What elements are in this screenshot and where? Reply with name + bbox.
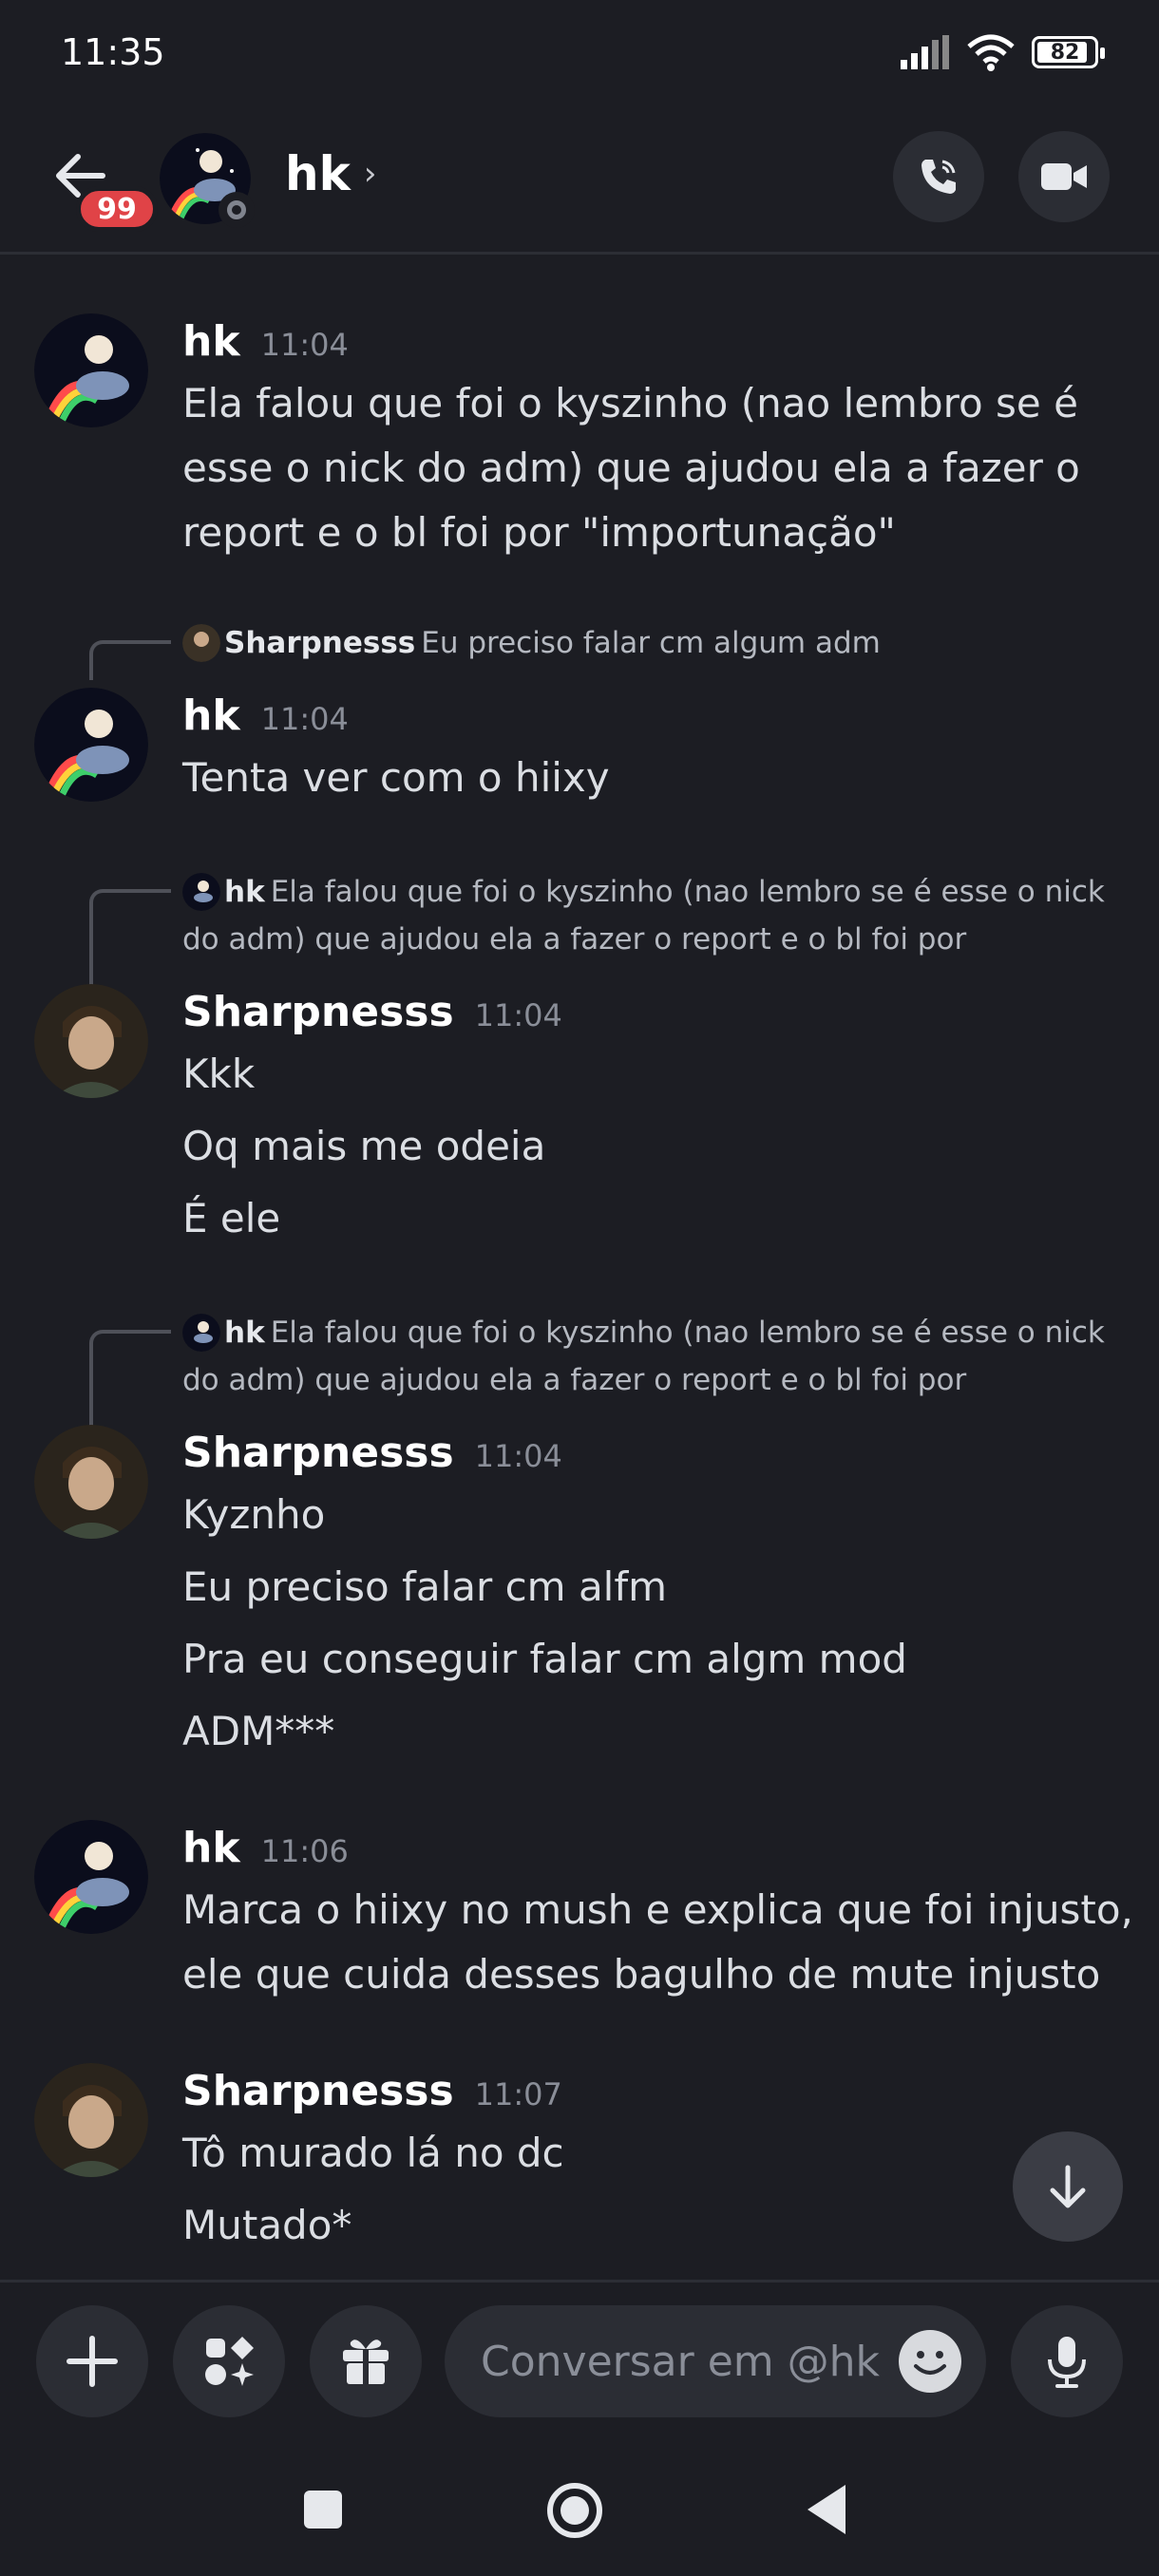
- reply-text: do adm) que ajudou ela a fazer o report …: [182, 922, 967, 957]
- message-text: esse o nick do adm) que ajudou ela a faz…: [182, 445, 1080, 491]
- author-name: Sharpnesss: [182, 988, 454, 1036]
- plus-icon: [66, 2336, 118, 2387]
- message-text: Oq mais me odeia: [182, 1123, 546, 1169]
- status-icons: 82: [901, 33, 1105, 71]
- reply-author: hk: [224, 875, 265, 909]
- voice-call-button[interactable]: [893, 131, 984, 222]
- reply-avatar: [182, 873, 220, 911]
- message-author[interactable]: Sharpnesss 11:04: [182, 988, 562, 1036]
- author-name: Sharpnesss: [182, 1429, 454, 1477]
- message-text: Pra eu conseguir falar cm algm mod: [182, 1636, 907, 1682]
- battery-icon: 82: [1032, 36, 1105, 68]
- smiley-icon: [914, 2351, 946, 2375]
- reply-connector: [89, 1330, 171, 1427]
- wifi-icon: [967, 34, 1015, 71]
- message-text: Kyznho: [182, 1491, 326, 1538]
- chat-header: 99 hk ›: [0, 104, 1159, 255]
- add-attachment-button[interactable]: [36, 2305, 148, 2417]
- back-triangle-icon[interactable]: [804, 2483, 847, 2536]
- message-text: report e o bl foi por "importunação": [182, 509, 896, 556]
- message-text: Marca o hiixy no mush e explica que foi …: [182, 1886, 1133, 1933]
- reply-text: Eu preciso falar cm algum adm: [421, 626, 881, 660]
- author-name: Sharpnesss: [182, 2067, 454, 2115]
- reply-avatar: [182, 624, 220, 662]
- emoji-button[interactable]: [899, 2330, 961, 2393]
- offline-status-icon: [218, 192, 255, 228]
- gift-button[interactable]: [310, 2305, 422, 2417]
- status-time: 11:35: [61, 31, 165, 73]
- unread-badge: 99: [76, 186, 158, 232]
- message-time: 11:06: [260, 1833, 349, 1869]
- author-name: hk: [182, 691, 240, 740]
- message-author[interactable]: Sharpnesss 11:04: [182, 1429, 562, 1477]
- message-time: 11:04: [260, 327, 349, 363]
- message-text: Tô murado lá no dc: [182, 2130, 564, 2176]
- reply-connector: [89, 889, 171, 986]
- microphone-icon: [1048, 2337, 1086, 2388]
- message-time: 11:04: [474, 1438, 562, 1474]
- avatar[interactable]: [34, 1425, 148, 1539]
- signal-icon: [901, 35, 949, 69]
- header-name[interactable]: hk ›: [285, 146, 376, 201]
- message-text: ADM***: [182, 1708, 335, 1754]
- chevron-right-icon: ›: [363, 155, 377, 193]
- arrow-down-icon: [1050, 2165, 1086, 2208]
- avatar[interactable]: [34, 688, 148, 802]
- phone-icon: [922, 160, 956, 194]
- reply-author: hk: [224, 1316, 265, 1350]
- video-call-button[interactable]: [1018, 131, 1110, 222]
- reply-text: Ela falou que foi o kyszinho (nao lembro…: [270, 875, 1105, 909]
- apps-button[interactable]: [173, 2305, 285, 2417]
- message-composer: Conversar em @hk: [0, 2280, 1159, 2451]
- message-text: Tenta ver com o hiixy: [182, 754, 610, 801]
- avatar[interactable]: [34, 1820, 148, 1934]
- message-text: Mutado*: [182, 2202, 352, 2248]
- message-input[interactable]: Conversar em @hk: [445, 2305, 986, 2417]
- video-camera-icon: [1041, 163, 1087, 190]
- message-time: 11:04: [260, 701, 349, 737]
- author-name: hk: [182, 1824, 240, 1872]
- message-list[interactable]: hk 11:04 Ela falou que foi o kyszinho (na…: [0, 256, 1159, 2280]
- reply-text: do adm) que ajudou ela a fazer o report …: [182, 1363, 967, 1397]
- avatar[interactable]: [34, 2063, 148, 2177]
- battery-level: 82: [1050, 40, 1080, 65]
- reply-author: Sharpnesss: [224, 626, 416, 660]
- message-time: 11:04: [474, 997, 562, 1033]
- author-name: hk: [182, 317, 240, 366]
- reply-connector: [89, 640, 171, 680]
- voice-message-button[interactable]: [1011, 2305, 1123, 2417]
- apps-icon: [205, 2337, 254, 2386]
- message-text: Eu preciso falar cm alfm: [182, 1563, 668, 1610]
- message-text: É ele: [182, 1195, 281, 1241]
- header-username: hk: [285, 146, 351, 201]
- message-placeholder: Conversar em @hk: [481, 2337, 880, 2386]
- message-author[interactable]: hk 11:04: [182, 691, 349, 740]
- message-text: ele que cuida desses bagulho de mute inj…: [182, 1951, 1101, 1998]
- message-author[interactable]: hk 11:04: [182, 317, 349, 366]
- recents-icon[interactable]: [302, 2489, 344, 2530]
- reply-text: Ela falou que foi o kyszinho (nao lembro…: [270, 1316, 1105, 1350]
- message-text: Kkk: [182, 1051, 256, 1097]
- reply-preview[interactable]: hk Ela falou que foi o kyszinho (nao lemb…: [182, 868, 1123, 963]
- jump-to-present-button[interactable]: [1013, 2131, 1123, 2242]
- message-author[interactable]: Sharpnesss 11:07: [182, 2067, 562, 2115]
- message-author[interactable]: hk 11:06: [182, 1824, 349, 1872]
- message-text: Ela falou que foi o kyszinho (nao lembro…: [182, 380, 1078, 426]
- system-navigation-bar: [0, 2451, 1159, 2576]
- message-time: 11:07: [474, 2076, 562, 2112]
- gift-icon: [343, 2339, 389, 2384]
- reply-preview[interactable]: Sharpnesss Eu preciso falar cm algum adm: [182, 619, 1123, 667]
- avatar[interactable]: [34, 984, 148, 1098]
- status-bar: 11:35 82: [0, 0, 1159, 104]
- home-icon[interactable]: [545, 2481, 604, 2540]
- avatar[interactable]: [34, 313, 148, 427]
- reply-preview[interactable]: hk Ela falou que foi o kyszinho (nao lemb…: [182, 1309, 1123, 1404]
- reply-avatar: [182, 1314, 220, 1352]
